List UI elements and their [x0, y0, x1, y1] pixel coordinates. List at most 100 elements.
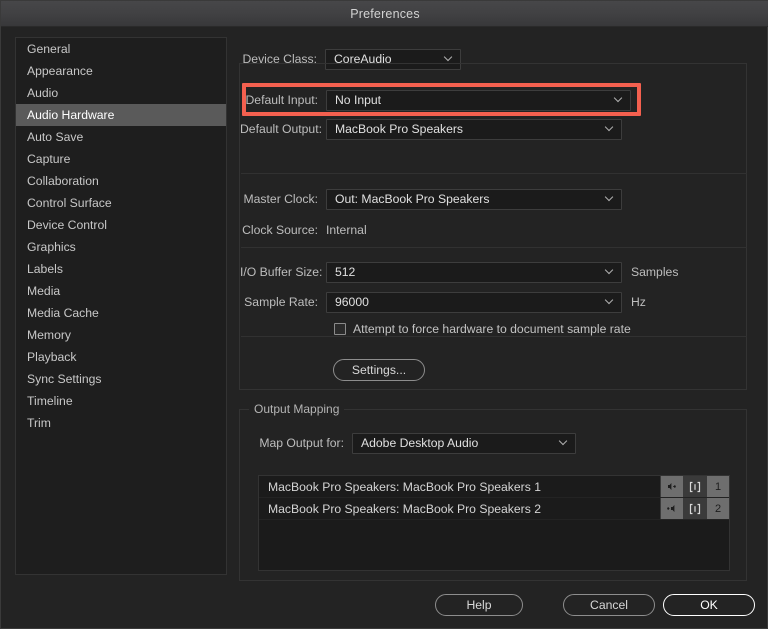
settings-button[interactable]: Settings...	[333, 359, 425, 381]
divider-2	[241, 247, 747, 248]
chevron-down-icon	[560, 438, 568, 446]
sidebar-item-graphics[interactable]: Graphics	[16, 236, 226, 258]
ok-button[interactable]: OK	[663, 594, 755, 616]
master-clock-select[interactable]: Out: MacBook Pro Speakers	[326, 188, 622, 210]
master-clock-label: Master Clock:	[243, 192, 319, 206]
sidebar-item-label: Graphics	[27, 240, 76, 254]
chevron-down-icon	[615, 95, 623, 103]
sidebar-item-label: Audio Hardware	[27, 108, 115, 122]
default-output-select[interactable]: MacBook Pro Speakers	[326, 118, 622, 140]
sidebar-item-auto-save[interactable]: Auto Save	[16, 126, 226, 148]
sidebar-item-timeline[interactable]: Timeline	[16, 390, 226, 412]
sidebar-item-label: Capture	[27, 152, 71, 166]
output-mapping-row[interactable]: MacBook Pro Speakers: MacBook Pro Speake…	[259, 476, 729, 498]
master-clock-value: Out: MacBook Pro Speakers	[335, 192, 490, 206]
sidebar-item-label: Playback	[27, 350, 77, 364]
divider-3	[241, 336, 747, 337]
sample-rate-select[interactable]: 96000	[326, 291, 622, 313]
map-output-for-row: Map Output for: Adobe Desktop Audio	[252, 432, 576, 454]
sidebar-item-label: Media Cache	[27, 306, 99, 320]
sidebar-item-memory[interactable]: Memory	[16, 324, 226, 346]
sidebar-item-label: Appearance	[27, 64, 93, 78]
sidebar-item-label: Memory	[27, 328, 72, 342]
dialog-footer: Help Cancel OK	[1, 586, 768, 628]
sidebar-item-control-surface[interactable]: Control Surface	[16, 192, 226, 214]
sidebar-item-playback[interactable]: Playback	[16, 346, 226, 368]
chevron-down-icon	[606, 297, 614, 305]
master-clock-row: Master Clock: Out: MacBook Pro Speakers	[240, 188, 622, 210]
sidebar-item-label: Sync Settings	[27, 372, 102, 386]
sidebar-item-audio[interactable]: Audio	[16, 82, 226, 104]
default-input-select[interactable]: No Input	[326, 89, 631, 111]
preferences-dialog: Preferences General Appearance Audio Audio …	[0, 0, 768, 629]
default-output-row: Default Output: MacBook Pro Speakers	[240, 118, 622, 140]
map-output-for-label: Map Output for:	[259, 436, 344, 450]
sidebar-item-media[interactable]: Media	[16, 280, 226, 302]
force-sample-rate-label: Attempt to force hardware to document sa…	[353, 322, 631, 336]
sample-rate-value: 96000	[335, 295, 369, 309]
default-input-row: Default Input: No Input	[240, 89, 631, 111]
output-mapping-row-name: MacBook Pro Speakers: MacBook Pro Speake…	[268, 479, 541, 494]
force-sample-rate-checkbox[interactable]	[334, 323, 346, 335]
sample-rate-label: Sample Rate:	[244, 295, 318, 309]
chevron-down-icon	[606, 194, 614, 202]
sidebar-item-trim[interactable]: Trim	[16, 412, 226, 434]
help-button[interactable]: Help	[435, 594, 523, 616]
output-mapping-channel-number[interactable]: 2	[706, 498, 729, 519]
sidebar-item-capture[interactable]: Capture	[16, 148, 226, 170]
chevron-down-icon	[606, 124, 614, 132]
default-input-value: No Input	[335, 93, 382, 107]
sidebar-item-label: Labels	[27, 262, 63, 276]
sidebar-item-label: Device Control	[27, 218, 107, 232]
chevron-down-icon	[606, 267, 614, 275]
chevron-down-icon	[445, 54, 453, 62]
speaker-left-icon[interactable]	[660, 498, 683, 519]
io-buffer-size-value: 512	[335, 265, 356, 279]
output-mapping-row[interactable]: MacBook Pro Speakers: MacBook Pro Speake…	[259, 498, 729, 520]
sidebar-item-label: Media	[27, 284, 61, 298]
default-input-label: Default Input:	[245, 93, 319, 107]
sample-rate-row: Sample Rate: 96000 Hz	[240, 291, 646, 313]
sidebar-item-appearance[interactable]: Appearance	[16, 60, 226, 82]
io-buffer-size-row: I/O Buffer Size: 512 Samples	[240, 261, 679, 283]
map-output-for-select[interactable]: Adobe Desktop Audio	[352, 432, 576, 454]
speaker-right-icon[interactable]	[660, 476, 683, 497]
map-output-for-value: Adobe Desktop Audio	[361, 436, 479, 450]
sidebar-item-label: Audio	[27, 86, 59, 100]
io-buffer-size-label: I/O Buffer Size:	[240, 265, 323, 279]
output-mapping-list[interactable]: MacBook Pro Speakers: MacBook Pro Speake…	[258, 475, 730, 571]
clock-source-value: Internal	[326, 223, 367, 237]
channel-bracket-icon[interactable]	[683, 498, 706, 519]
sidebar-item-label: Timeline	[27, 394, 73, 408]
output-mapping-row-controls: 1	[660, 476, 729, 497]
sidebar-item-general[interactable]: General	[16, 38, 226, 60]
sidebar-item-device-control[interactable]: Device Control	[16, 214, 226, 236]
sidebar-item-audio-hardware[interactable]: Audio Hardware	[16, 104, 226, 126]
sidebar-item-collaboration[interactable]: Collaboration	[16, 170, 226, 192]
cancel-button[interactable]: Cancel	[563, 594, 655, 616]
force-sample-rate-checkbox-row[interactable]: Attempt to force hardware to document sa…	[334, 322, 631, 336]
audio-device-groupbox: Default Input: No Input Default Output: …	[239, 63, 747, 390]
output-mapping-legend: Output Mapping	[249, 402, 345, 416]
io-buffer-size-select[interactable]: 512	[326, 261, 622, 283]
clock-source-row: Clock Source: Internal	[240, 220, 367, 240]
sidebar-item-sync-settings[interactable]: Sync Settings	[16, 368, 226, 390]
preferences-content-pane: Device Class: CoreAudio Default Input: N…	[237, 37, 755, 581]
preferences-category-list[interactable]: General Appearance Audio Audio Hardware Auto…	[15, 37, 227, 575]
channel-bracket-icon[interactable]	[683, 476, 706, 497]
output-mapping-channel-number[interactable]: 1	[706, 476, 729, 497]
divider-1	[241, 173, 747, 174]
sidebar-item-labels[interactable]: Labels	[16, 258, 226, 280]
io-buffer-size-unit: Samples	[631, 265, 679, 279]
sample-rate-unit: Hz	[631, 295, 646, 309]
sidebar-item-media-cache[interactable]: Media Cache	[16, 302, 226, 324]
window-title: Preferences	[350, 6, 420, 21]
sidebar-item-label: Trim	[27, 416, 51, 430]
output-mapping-row-controls: 2	[660, 498, 729, 519]
sidebar-item-label: Control Surface	[27, 196, 112, 210]
sidebar-item-label: Auto Save	[27, 130, 84, 144]
sidebar-item-label: Collaboration	[27, 174, 99, 188]
output-mapping-groupbox: Output Mapping Map Output for: Adobe Des…	[239, 402, 747, 581]
default-output-value: MacBook Pro Speakers	[335, 122, 464, 136]
sidebar-item-label: General	[27, 42, 71, 56]
